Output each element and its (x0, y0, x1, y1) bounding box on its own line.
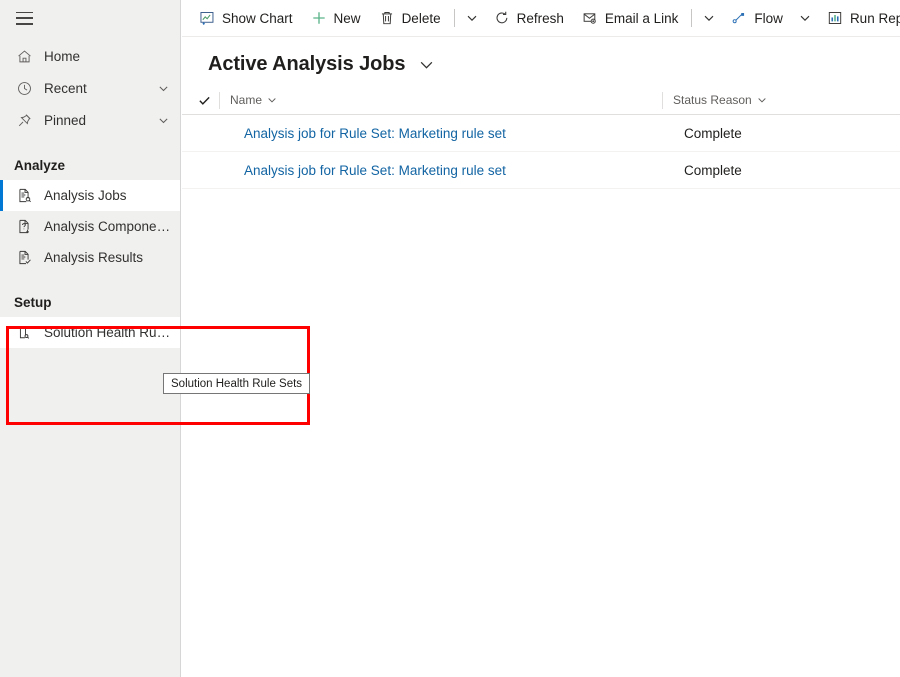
sidebar-item-analysis-components-label: Analysis Components (44, 219, 172, 234)
pin-icon (14, 110, 34, 130)
flow-options-caret[interactable] (792, 1, 818, 35)
app-root: Home Recent Pinned Analyze Analysis Jobs… (0, 0, 900, 677)
chevron-down-icon[interactable] (156, 115, 170, 126)
row-name-link[interactable]: Analysis job for Rule Set: Marketing rul… (229, 163, 506, 178)
sidebar: Home Recent Pinned Analyze Analysis Jobs… (0, 0, 181, 677)
table-row[interactable]: Analysis job for Rule Set: Marketing rul… (182, 152, 900, 189)
flow-button[interactable]: Flow (722, 1, 792, 35)
document-search-icon (14, 186, 34, 206)
sidebar-item-analysis-jobs-label: Analysis Jobs (44, 188, 127, 203)
command-separator (691, 9, 693, 27)
chevron-down-icon (466, 12, 478, 24)
column-header-name[interactable]: Name (219, 91, 662, 109)
row-name-link[interactable]: Analysis job for Rule Set: Marketing rul… (229, 126, 506, 141)
select-all-checkbox[interactable] (182, 94, 219, 107)
row-status-cell: Complete (662, 163, 900, 178)
flow-icon (731, 10, 747, 26)
sidebar-item-home-label: Home (44, 48, 81, 64)
sidebar-group-setup: Setup Solution Health Rule ... (0, 287, 180, 348)
chart-icon (199, 10, 215, 26)
page-title: Active Analysis Jobs (208, 53, 406, 75)
flow-label: Flow (754, 10, 783, 26)
sidebar-top-nav: Home Recent Pinned (0, 40, 180, 136)
sidebar-item-analysis-results[interactable]: Analysis Results (0, 242, 180, 273)
grid-header-row: Name Status Reason (182, 86, 900, 115)
sidebar-item-solution-health-rule-sets[interactable]: Solution Health Rule ... (0, 317, 180, 348)
data-grid: Name Status Reason Analysis job for Rule… (182, 86, 900, 189)
hamburger-icon (15, 11, 33, 25)
run-report-label: Run Report (849, 10, 900, 26)
email-link-icon (582, 10, 598, 26)
more-commands-caret[interactable] (459, 1, 485, 35)
row-name-cell: Analysis job for Rule Set: Marketing rul… (219, 163, 662, 178)
refresh-label: Refresh (516, 10, 564, 26)
tooltip-text: Solution Health Rule Sets (171, 377, 303, 390)
command-bar: Show Chart New Delete Refresh Email a Li… (182, 0, 900, 37)
more-email-commands-caret[interactable] (696, 1, 722, 35)
email-a-link-button[interactable]: Email a Link (573, 1, 688, 35)
sidebar-item-analysis-results-label: Analysis Results (44, 250, 144, 265)
trash-icon (379, 10, 395, 26)
sidebar-group-analyze: Analyze Analysis Jobs Analysis Component… (0, 150, 180, 273)
site-map-hamburger-button[interactable] (0, 0, 48, 36)
sidebar-group-setup-title: Setup (14, 294, 52, 310)
row-status-value: Complete (684, 162, 742, 178)
page-header: Active Analysis Jobs (182, 37, 900, 86)
chevron-down-icon (267, 95, 277, 105)
refresh-button[interactable]: Refresh (485, 1, 573, 35)
show-chart-button[interactable]: Show Chart (190, 1, 302, 35)
column-header-name-label: Name (230, 93, 263, 107)
home-icon (14, 46, 34, 66)
new-label: New (333, 10, 361, 26)
sidebar-item-recent[interactable]: Recent (0, 72, 180, 104)
email-a-link-label: Email a Link (604, 10, 679, 26)
view-selector-chevron-icon[interactable] (419, 57, 434, 72)
sidebar-item-analysis-components[interactable]: Analysis Components (0, 211, 180, 242)
column-header-status-reason[interactable]: Status Reason (662, 91, 900, 109)
document-question-icon (14, 217, 34, 237)
plus-icon (311, 10, 327, 26)
refresh-icon (494, 10, 510, 26)
row-name-cell: Analysis job for Rule Set: Marketing rul… (219, 126, 662, 141)
command-separator (453, 9, 455, 27)
sidebar-group-analyze-title: Analyze (14, 157, 66, 173)
tooltip: Solution Health Rule Sets (163, 373, 311, 394)
chevron-down-icon (757, 95, 767, 105)
main-content: Show Chart New Delete Refresh Email a Li… (182, 0, 900, 677)
document-rule-icon (14, 323, 34, 343)
clock-icon (14, 78, 34, 98)
run-report-button[interactable]: Run Report (818, 1, 900, 35)
report-icon (827, 10, 843, 26)
chevron-down-icon[interactable] (156, 83, 170, 94)
column-header-status-reason-label: Status Reason (673, 93, 752, 107)
delete-label: Delete (401, 10, 441, 26)
sidebar-item-analysis-jobs[interactable]: Analysis Jobs (0, 180, 180, 211)
row-status-value: Complete (684, 125, 742, 141)
table-row[interactable]: Analysis job for Rule Set: Marketing rul… (182, 115, 900, 152)
chevron-down-icon (703, 12, 715, 24)
new-button[interactable]: New (302, 1, 370, 35)
show-chart-label: Show Chart (222, 10, 293, 26)
sidebar-item-pinned[interactable]: Pinned (0, 104, 180, 136)
sidebar-item-recent-label: Recent (44, 80, 87, 96)
row-status-cell: Complete (662, 126, 900, 141)
delete-button[interactable]: Delete (370, 1, 450, 35)
sidebar-item-home[interactable]: Home (0, 40, 180, 72)
sidebar-item-pinned-label: Pinned (44, 112, 87, 128)
chevron-down-icon (799, 12, 811, 24)
sidebar-item-solution-health-rule-sets-label: Solution Health Rule ... (44, 325, 172, 340)
document-check-icon (14, 248, 34, 268)
